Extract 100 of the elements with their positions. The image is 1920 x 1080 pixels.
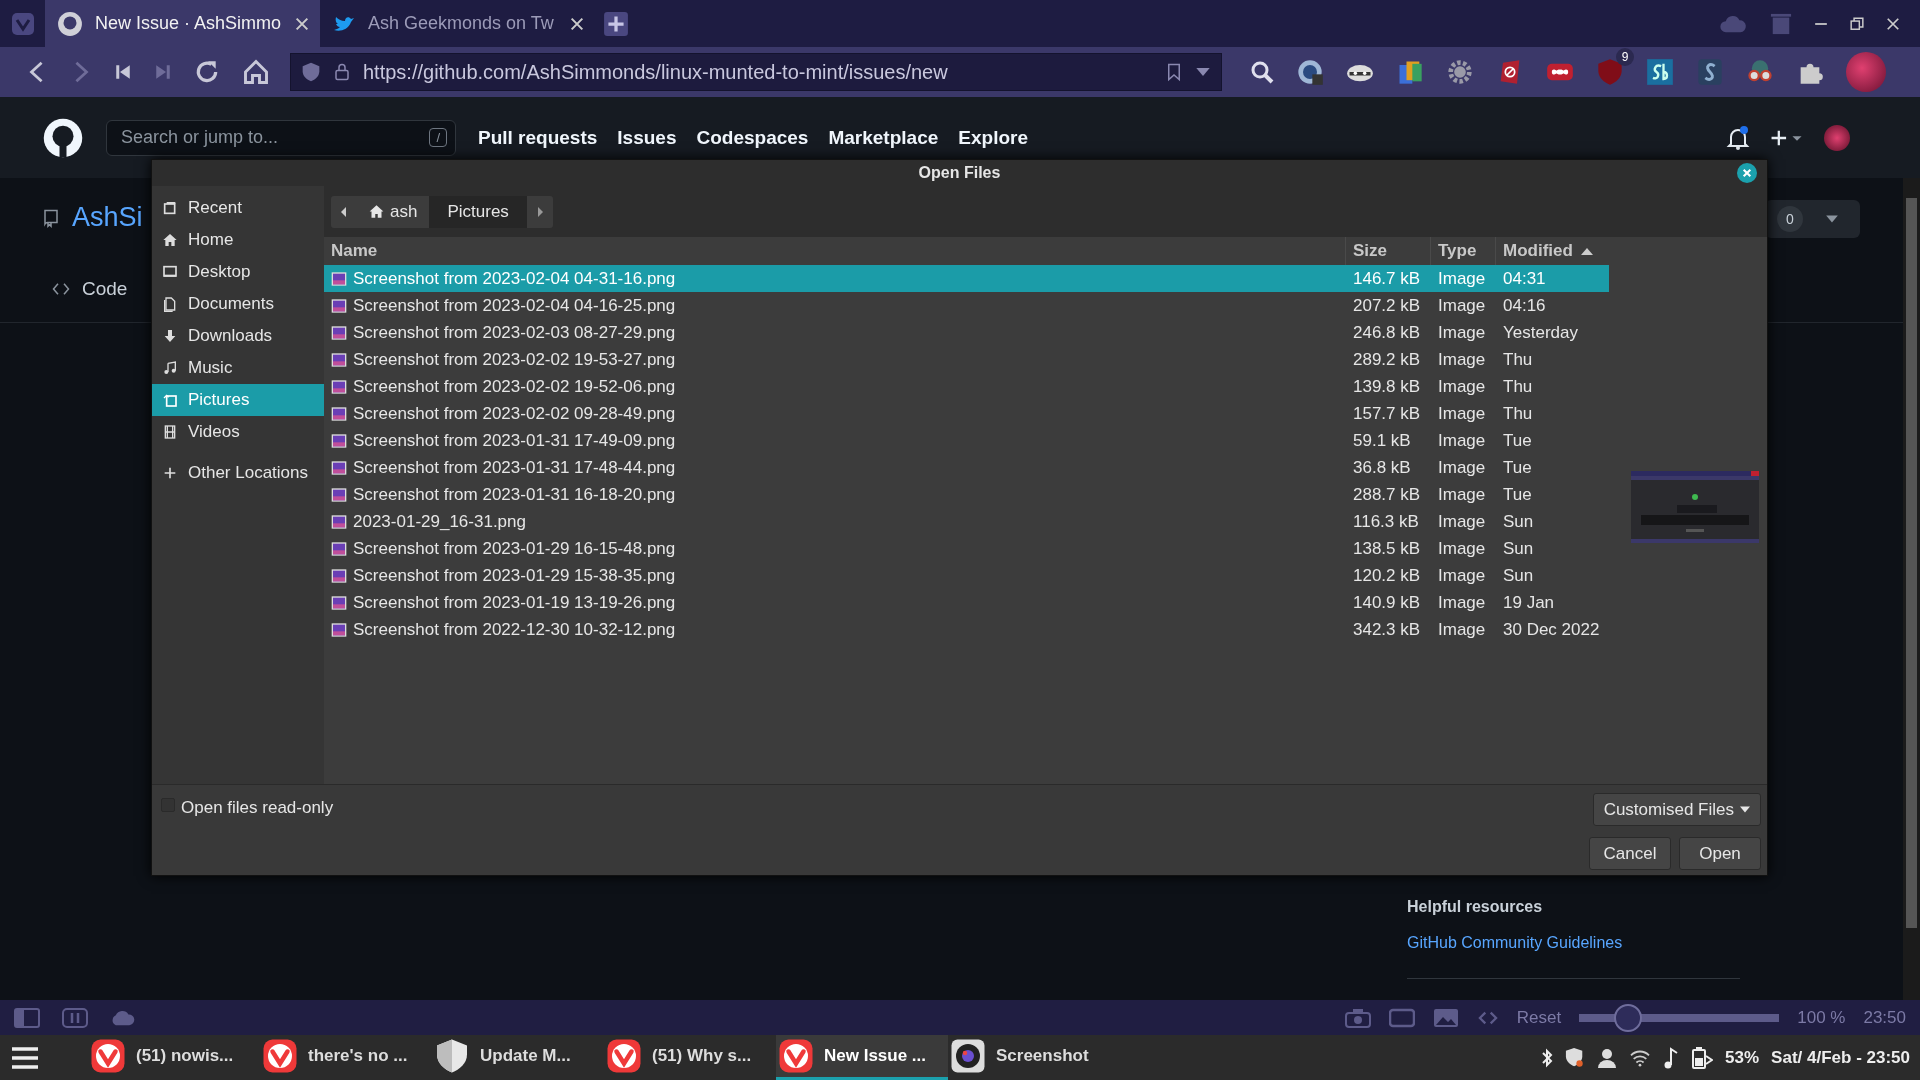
window-icon[interactable]: [1388, 1007, 1415, 1028]
image-file-icon: [331, 621, 347, 638]
sidebar-item[interactable]: Videos: [152, 416, 324, 448]
reload-icon[interactable]: [194, 59, 220, 85]
close-icon[interactable]: [569, 15, 585, 32]
sidebar-item[interactable]: Downloads: [152, 320, 324, 352]
taskbar-item[interactable]: Screenshot: [948, 1035, 1120, 1080]
monitor-icon: [162, 264, 178, 280]
close-button[interactable]: [1737, 163, 1757, 183]
nav-link[interactable]: Issues: [617, 126, 677, 149]
file-row[interactable]: Screenshot from 2023-01-19 13-19-26.png 140.9 kB Image 19 Jan: [324, 589, 1609, 616]
address-bar[interactable]: https://github.com/AshSimmonds/linux-munted-to-mint/issues/new: [290, 53, 1222, 91]
search-field[interactable]: Search or jump to... /: [106, 119, 456, 156]
date-time[interactable]: Sat/ 4/Feb - 23:50: [1771, 1047, 1910, 1068]
image-file-icon: [331, 405, 347, 422]
file-row[interactable]: Screenshot from 2023-01-29 15-38-35.png 120.2 kB Image Sun: [324, 562, 1609, 589]
file-row[interactable]: Screenshot from 2023-02-03 08-27-29.png 246.8 kB Image Yesterday: [324, 319, 1609, 346]
guidelines-link[interactable]: GitHub Community Guidelines: [1407, 934, 1740, 952]
close-icon[interactable]: [1886, 16, 1900, 31]
taskbar-item[interactable]: New Issue ...: [776, 1035, 948, 1080]
file-row[interactable]: Screenshot from 2023-01-31 17-48-44.png 36.8 kB Image Tue: [324, 454, 1609, 481]
file-row[interactable]: Screenshot from 2023-02-04 04-16-25.png 207.2 kB Image 04:16: [324, 292, 1609, 319]
taskbar-item[interactable]: (51) Why s...: [604, 1035, 776, 1080]
shield-icon: [301, 61, 321, 83]
dropdown-caret-icon[interactable]: [1195, 66, 1211, 78]
dialog-title: Open Files: [918, 164, 1001, 182]
nav-link[interactable]: Marketplace: [828, 126, 939, 149]
music-note-icon[interactable]: [1663, 1046, 1680, 1069]
home-icon: [162, 232, 178, 248]
nav-link[interactable]: Explore: [958, 126, 1028, 149]
home-icon: [369, 204, 384, 219]
user-icon[interactable]: [1597, 1046, 1618, 1069]
search-icon[interactable]: [1250, 60, 1274, 84]
sidebar-item[interactable]: Home: [152, 224, 324, 256]
image-file-icon: [331, 351, 347, 368]
battery-icon[interactable]: [1691, 1045, 1714, 1070]
new-tab-icon[interactable]: [603, 10, 629, 37]
panel-icon[interactable]: [14, 1007, 40, 1028]
taskbar-item[interactable]: Update M...: [432, 1035, 604, 1080]
file-row[interactable]: Screenshot from 2023-01-31 16-18-20.png 288.7 kB Image Tue: [324, 481, 1609, 508]
file-row[interactable]: Screenshot from 2023-01-31 17-49-09.png 59.1 kB Image Tue: [324, 427, 1609, 454]
notification-badge: 9: [1616, 48, 1634, 66]
checkbox-label[interactable]: Open files read-only: [181, 798, 334, 818]
shield-icon[interactable]: [1565, 1046, 1586, 1069]
github-logo-icon[interactable]: [42, 116, 84, 159]
cloud-icon[interactable]: [110, 1008, 136, 1027]
dialog-button[interactable]: Open: [1679, 837, 1761, 870]
menu-icon[interactable]: [10, 1044, 40, 1071]
repo-title[interactable]: AshSi: [72, 202, 143, 233]
tile-icon[interactable]: [62, 1007, 88, 1028]
browser-tab[interactable]: Ash Geekmonds on Tw: [320, 0, 595, 47]
sidebar-item[interactable]: Other Locations: [152, 457, 324, 489]
taskbar-item[interactable]: there's no ...: [260, 1035, 432, 1080]
path-button[interactable]: Pictures: [429, 195, 527, 228]
tile-logo-icon[interactable]: [1646, 58, 1674, 86]
home-icon[interactable]: [242, 58, 270, 86]
file-row[interactable]: Screenshot from 2023-01-29 16-15-48.png 138.5 kB Image Sun: [324, 535, 1609, 562]
nav-link[interactable]: Codespaces: [696, 126, 809, 149]
reset-button[interactable]: Reset: [1516, 1007, 1562, 1028]
file-row[interactable]: Screenshot from 2023-02-02 19-53-27.png 289.2 kB Image Thu: [324, 346, 1609, 373]
section-heading: Helpful resources: [1407, 898, 1544, 916]
scrollbar-thumb[interactable]: [1906, 198, 1917, 928]
browser-tab[interactable]: New Issue · AshSimmo: [45, 0, 320, 47]
dialog-button[interactable]: Cancel: [1589, 837, 1671, 870]
image-file-icon: [331, 378, 347, 395]
bluetooth-icon[interactable]: [1541, 1046, 1554, 1069]
column-header[interactable]: Modified: [1496, 237, 1609, 265]
password-lock-icon[interactable]: [1296, 58, 1324, 86]
wifi-icon[interactable]: [1629, 1048, 1652, 1067]
bell-icon[interactable]: [1726, 124, 1750, 151]
slider-thumb[interactable]: [1613, 1003, 1642, 1032]
camera-lens-icon: [950, 1038, 986, 1074]
camera-icon[interactable]: [1344, 1007, 1371, 1028]
taskbar-item[interactable]: (51) nowis...: [88, 1035, 260, 1080]
close-icon[interactable]: [294, 15, 310, 32]
image-icon[interactable]: [1432, 1007, 1459, 1028]
sidebar-item[interactable]: Documents: [152, 288, 324, 320]
filter-dropdown[interactable]: Customised Files: [1592, 793, 1761, 826]
code-tab[interactable]: Code: [82, 278, 128, 300]
avatar[interactable]: [1824, 124, 1850, 151]
film-icon: [162, 424, 178, 440]
zoom-level: 100 %: [1797, 1007, 1846, 1028]
file-row[interactable]: Screenshot from 2022-12-30 10-32-12.png 342.3 kB Image 30 Dec 2022: [324, 616, 1609, 643]
rewind-icon[interactable]: [114, 62, 132, 82]
nav-link[interactable]: Pull requests: [478, 126, 598, 149]
image-file-icon: [331, 513, 347, 530]
restore-icon[interactable]: [1850, 16, 1864, 31]
sidebar-item[interactable]: Desktop: [152, 256, 324, 288]
file-row[interactable]: Screenshot from 2023-02-02 19-52-06.png 139.8 kB Image Thu: [324, 373, 1609, 400]
vivaldi-icon: [606, 1038, 642, 1074]
sort-arrow-icon: [1580, 247, 1593, 255]
sidebar-item[interactable]: Music: [152, 352, 324, 384]
download-icon: [162, 328, 178, 344]
file-row[interactable]: Screenshot from 2023-02-02 09-28-49.png 157.7 kB Image Thu: [324, 400, 1609, 427]
gear-icon[interactable]: [1446, 58, 1474, 86]
counter-button[interactable]: 0: [1765, 200, 1860, 238]
vivaldi-icon: [90, 1038, 126, 1074]
plus-icon: [162, 465, 178, 481]
file-row[interactable]: 2023-01-29_16-31.png 116.3 kB Image Sun: [324, 508, 1609, 535]
sidebar-item[interactable]: Recent: [152, 192, 324, 224]
